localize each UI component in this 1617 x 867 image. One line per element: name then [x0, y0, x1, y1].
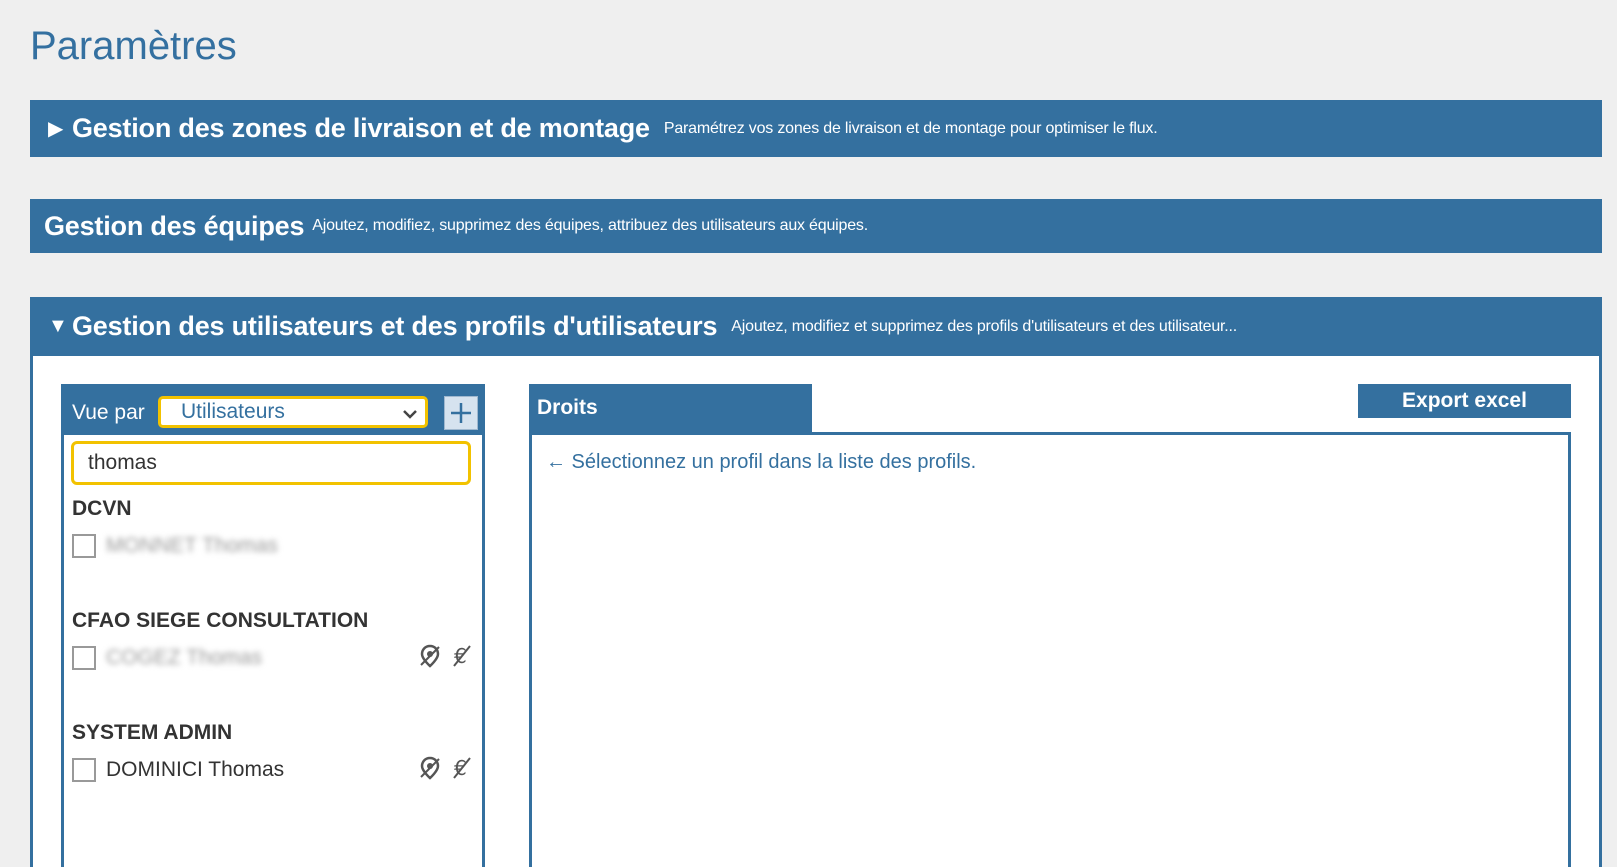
section-teams[interactable]: Gestion des équipes Ajoutez, modifiez, s… — [30, 199, 1602, 253]
export-excel-button[interactable]: Export excel — [1358, 384, 1571, 418]
checkbox[interactable] — [72, 534, 96, 558]
chevron-down-icon — [403, 402, 417, 428]
page-title: Paramètres — [30, 24, 237, 68]
section-description: Paramétrez vos zones de livraison et de … — [663, 119, 1158, 137]
row-icons: € — [418, 644, 472, 668]
group-name: SYSTEM ADMIN — [72, 721, 233, 744]
section-title[interactable]: Gestion des utilisateurs et des profils … — [72, 311, 717, 342]
user-name[interactable]: MONNET Thomas — [106, 534, 278, 558]
user-name[interactable]: DOMINICI Thomas — [106, 758, 284, 782]
map-pin-icon[interactable] — [418, 644, 442, 668]
checkbox[interactable] — [72, 758, 96, 782]
section-description: Ajoutez, modifiez et supprimez des profi… — [731, 317, 1238, 335]
plus-icon — [451, 403, 471, 423]
group-name: CFAO SIEGE CONSULTATION — [72, 609, 369, 632]
list-item[interactable]: MONNET Thomas — [72, 532, 472, 562]
map-pin-icon[interactable] — [418, 756, 442, 780]
euro-off-icon[interactable]: € — [452, 644, 472, 668]
section-users-profiles[interactable]: ▼ Gestion des utilisateurs et des profil… — [30, 297, 1602, 356]
add-button[interactable] — [444, 396, 478, 430]
rights-hint: ← Sélectionnez un profil dans la liste d… — [546, 451, 977, 473]
users-list-header: Vue par Utilisateurs — [64, 387, 482, 435]
view-by-value: Utilisateurs — [181, 400, 285, 423]
list-item[interactable]: COGEZ Thomas € — [72, 644, 472, 674]
list-item[interactable]: DOMINICI Thomas € — [72, 756, 472, 786]
user-name[interactable]: COGEZ Thomas — [106, 646, 262, 670]
view-by-label: Vue par — [72, 401, 145, 424]
checkbox[interactable] — [72, 646, 96, 670]
tab-droits[interactable]: Droits — [529, 384, 812, 432]
collapse-arrow-icon[interactable]: ▼ — [48, 315, 68, 338]
users-list-panel: Vue par Utilisateurs thomas DCVN MONNET … — [61, 384, 485, 867]
expand-arrow-icon[interactable]: ▶ — [48, 116, 64, 141]
search-input[interactable]: thomas — [71, 441, 471, 485]
section-title[interactable]: Gestion des équipes — [44, 211, 304, 242]
section-title[interactable]: Gestion des zones de livraison et de mon… — [72, 113, 650, 144]
rights-panel: ← Sélectionnez un profil dans la liste d… — [529, 432, 1571, 867]
section-delivery-zones[interactable]: ▶ Gestion des zones de livraison et de m… — [30, 100, 1602, 157]
view-by-select[interactable]: Utilisateurs — [158, 396, 428, 428]
euro-off-icon[interactable]: € — [452, 756, 472, 780]
section-description: Ajoutez, modifiez, supprimez des équipes… — [312, 217, 868, 234]
row-icons: € — [418, 756, 472, 780]
group-name: DCVN — [72, 497, 132, 520]
